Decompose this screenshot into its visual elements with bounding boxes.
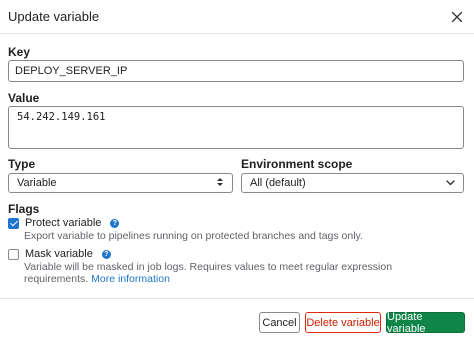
cancel-button[interactable]: Cancel	[259, 312, 300, 333]
flags-label: Flags	[8, 202, 40, 216]
type-select[interactable]: Variable	[8, 173, 233, 193]
protect-variable-checkbox[interactable]	[8, 217, 19, 229]
mask-variable-checkbox[interactable]	[8, 248, 19, 260]
mask-variable-description: Variable will be masked in job logs. Req…	[24, 261, 454, 285]
sort-arrows-icon	[216, 177, 224, 190]
scope-dropdown[interactable]: All (default)	[241, 173, 464, 193]
value-textarea[interactable]: 54.242.149.161	[8, 106, 464, 149]
more-information-link[interactable]: More information	[91, 273, 170, 285]
key-value: DEPLOY_SERVER_IP	[15, 65, 128, 77]
key-label: Key	[8, 45, 31, 59]
type-selected: Variable	[17, 177, 57, 189]
scope-selected: All (default)	[250, 177, 306, 189]
protect-variable-description: Export variable to pipelines running on …	[24, 230, 363, 242]
value-label: Value	[8, 91, 40, 105]
delete-variable-button[interactable]: Delete variable	[305, 312, 381, 333]
mask-variable-label: Mask variable	[25, 248, 93, 260]
modal-header: Update variable	[0, 0, 474, 34]
close-icon[interactable]	[449, 9, 465, 25]
modal-title: Update variable	[8, 9, 100, 24]
question-circle-icon[interactable]: ?	[110, 218, 120, 228]
question-circle-icon[interactable]: ?	[101, 249, 111, 259]
modal-footer: Cancel Delete variable Update variable	[0, 298, 474, 339]
mask-description-text: Variable will be masked in job logs. Req…	[24, 261, 393, 285]
chevron-down-icon	[446, 177, 455, 189]
protect-variable-label: Protect variable	[25, 217, 102, 229]
protect-variable-row: Protect variable ?	[8, 217, 120, 229]
scope-label: Environment scope	[241, 157, 353, 171]
key-input[interactable]: DEPLOY_SERVER_IP	[8, 60, 464, 82]
update-variable-modal: Update variable Key DEPLOY_SERVER_IP Val…	[0, 0, 474, 339]
type-label: Type	[8, 157, 36, 171]
value-text: 54.242.149.161	[17, 111, 106, 123]
update-variable-button[interactable]: Update variable	[386, 311, 465, 335]
mask-variable-row: Mask variable ?	[8, 248, 111, 260]
